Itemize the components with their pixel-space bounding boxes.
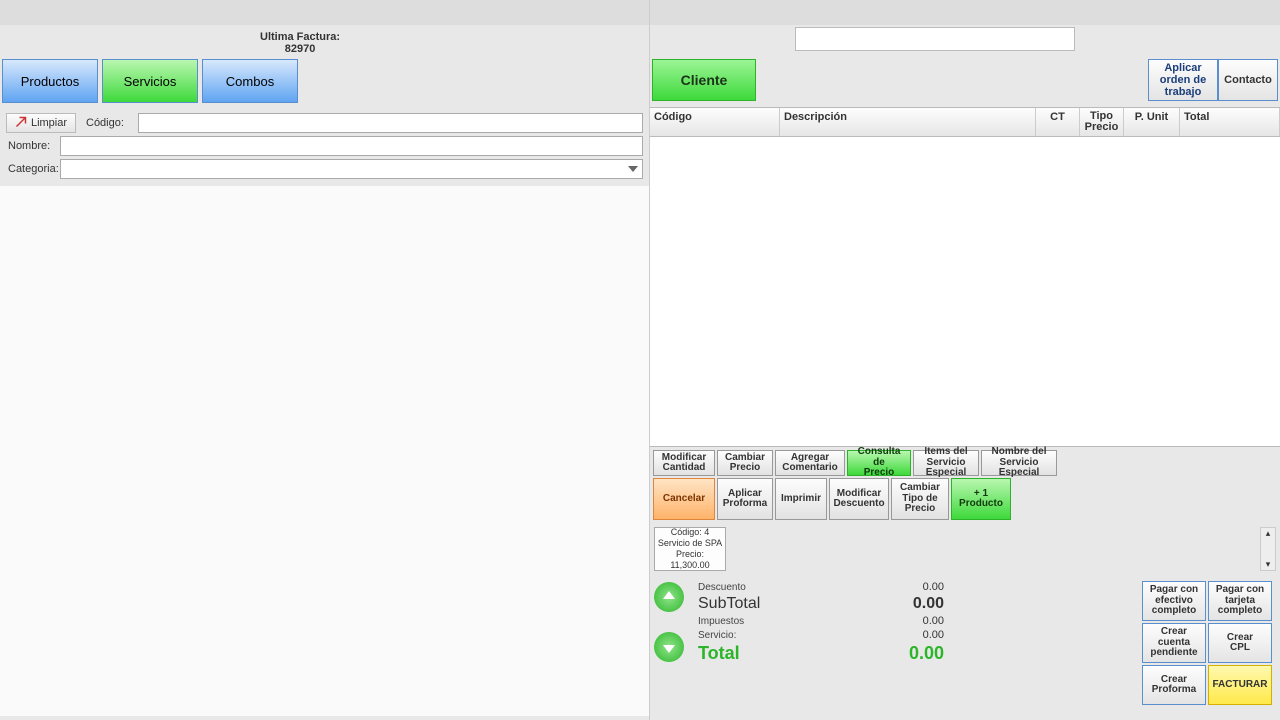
cambiar-tipo-precio-button[interactable]: Cambiar Tipo de Precio — [891, 478, 949, 520]
scroll-up-icon[interactable]: ▴ — [1261, 528, 1275, 539]
categoria-select[interactable] — [60, 159, 643, 179]
codigo-label: Código: — [84, 117, 138, 129]
modificar-descuento-button[interactable]: Modificar Descuento — [829, 478, 889, 520]
recent-scrollbar[interactable]: ▴ ▾ — [1260, 527, 1276, 571]
tab-combos[interactable]: Combos — [202, 59, 298, 103]
descuento-value: 0.00 — [834, 581, 954, 593]
tab-servicios[interactable]: Servicios — [102, 59, 198, 103]
top-search-input[interactable] — [795, 27, 1075, 51]
imprimir-button[interactable]: Imprimir — [775, 478, 827, 520]
invoice-grid-body[interactable] — [650, 137, 1280, 447]
pagar-efectivo-button[interactable]: Pagar con efectivo completo — [1142, 581, 1206, 621]
pagar-tarjeta-button[interactable]: Pagar con tarjeta completo — [1208, 581, 1272, 621]
aplicar-orden-button[interactable]: Aplicar orden de trabajo — [1148, 59, 1218, 101]
mas-uno-producto-button[interactable]: + 1 Producto — [951, 478, 1011, 520]
servicio-label: Servicio: — [694, 630, 834, 641]
arrow-up-icon — [654, 582, 684, 612]
last-invoice-label: Ultima Factura: 82970 — [260, 31, 340, 55]
cliente-button[interactable]: Cliente — [652, 59, 756, 101]
arrow-down-icon — [654, 632, 684, 662]
total-label: Total — [694, 643, 834, 664]
invoice-grid-header: Código Descripción CT Tipo Precio P. Uni… — [650, 107, 1280, 137]
codigo-input[interactable] — [138, 113, 643, 133]
nombre-label: Nombre: — [6, 140, 60, 152]
scroll-down-icon[interactable]: ▾ — [1261, 559, 1275, 570]
aplicar-proforma-button[interactable]: Aplicar Proforma — [717, 478, 773, 520]
crear-proforma-button[interactable]: Crear Proforma — [1142, 665, 1206, 705]
clear-button[interactable]: Limpiar — [6, 113, 76, 133]
servicio-value: 0.00 — [834, 629, 954, 641]
cancelar-button[interactable]: Cancelar — [653, 478, 715, 520]
recent-item-card[interactable]: Código: 4 Servicio de SPA Precio: 11,300… — [654, 527, 726, 571]
crear-cuenta-button[interactable]: Crear cuenta pendiente — [1142, 623, 1206, 663]
nombre-servicio-button[interactable]: Nombre del Servicio Especial — [981, 450, 1057, 476]
total-value: 0.00 — [834, 643, 954, 664]
agregar-comentario-button[interactable]: Agregar Comentario — [775, 450, 845, 476]
nombre-input[interactable] — [60, 136, 643, 156]
modificar-cantidad-button[interactable]: Modificar Cantidad — [653, 450, 715, 476]
tab-productos[interactable]: Productos — [2, 59, 98, 103]
descuento-label: Descuento — [694, 582, 834, 593]
items-servicio-button[interactable]: Items del Servicio Especial — [913, 450, 979, 476]
impuestos-value: 0.00 — [834, 615, 954, 627]
categoria-label: Categoria: — [6, 163, 60, 175]
product-list-area — [0, 186, 649, 716]
clear-icon — [15, 116, 27, 131]
facturar-button[interactable]: FACTURAR — [1208, 665, 1272, 705]
subtotal-label: SubTotal — [694, 595, 834, 613]
crear-cpl-button[interactable]: Crear CPL — [1208, 623, 1272, 663]
cambiar-precio-button[interactable]: Cambiar Precio — [717, 450, 773, 476]
consulta-precio-button[interactable]: Consulta de Precio — [847, 450, 911, 476]
contacto-button[interactable]: Contacto — [1218, 59, 1278, 101]
subtotal-value: 0.00 — [834, 595, 954, 613]
impuestos-label: Impuestos — [694, 616, 834, 627]
